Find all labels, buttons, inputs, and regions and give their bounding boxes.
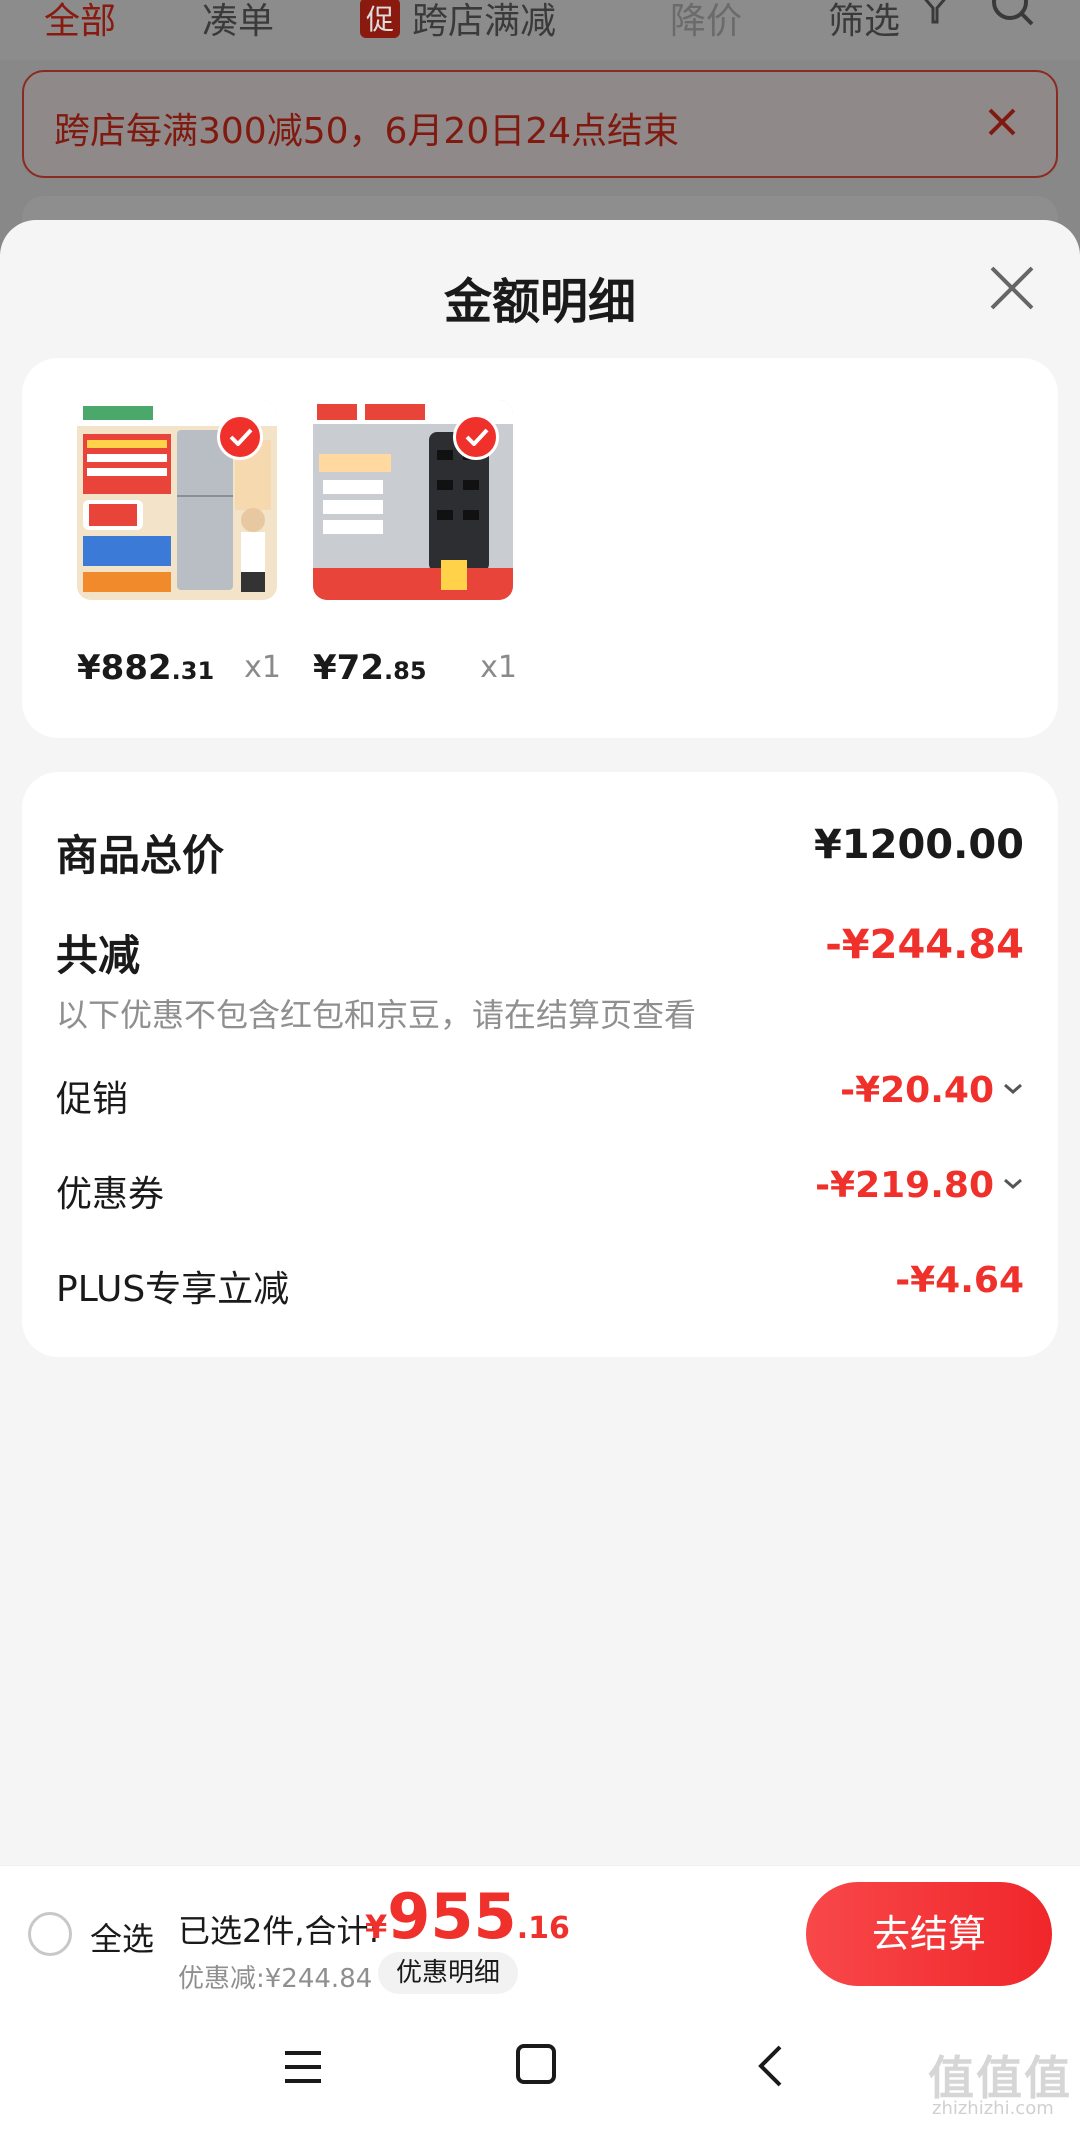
tab-add-on: 凑单 [202,1,275,42]
product-item[interactable]: ¥882.31 x1 [77,400,281,688]
close-icon [988,108,1016,136]
currency-symbol: ¥ [77,648,101,688]
checkout-bar: 全选 已选2件,合计: ¥955.16 优惠减:¥244.84 优惠明细 去结算 [0,1865,1080,2000]
product-quantity: x1 [244,650,281,685]
discount-note: 以下优惠不包含红包和京豆，请在结算页查看 [56,996,697,1034]
currency-symbol: ¥ [313,648,337,688]
checkout-button[interactable]: 去结算 [806,1882,1052,1986]
total-price-value: ¥1200.00 [813,822,1024,868]
coupon-label: 优惠券 [56,1174,165,1215]
menu-icon[interactable] [283,2048,323,2086]
product-quantity: x1 [480,650,517,685]
coupon-value: -¥219.80 [815,1165,994,1206]
select-all-label[interactable]: 全选 [90,1914,154,1960]
promo-banner: 跨店每满300减50，6月20日24点结束 [22,70,1058,178]
promotion-label: 促销 [56,1079,129,1120]
discount-detail-button[interactable]: 优惠明细 [378,1952,519,1994]
coupon-row-toggle[interactable]: -¥219.80 [815,1165,1024,1206]
amount-detail-sheet: 金额明细 ¥882.31 x1 ¥72.85 x1 商品总价 ¥1200.00 … [0,220,1080,1865]
total-reduce-label: 共减 [56,931,141,980]
chevron-down-icon [1004,1178,1022,1189]
product-price: ¥882.31 [77,648,214,688]
price-decimal: .31 [171,657,215,685]
tab-filter: 筛选 [828,1,901,42]
chevron-down-icon [1004,1083,1022,1094]
watermark-url: zhizhizhi.com [932,2098,1054,2119]
total-price-label: 商品总价 [56,831,225,880]
total-amount: ¥955.16 [365,1880,570,1953]
selected-check-icon [217,414,263,460]
product-list-card: ¥882.31 x1 ¥72.85 x1 [22,358,1058,738]
home-icon[interactable] [516,2044,556,2084]
total-decimal: .16 [516,1911,570,1946]
tab-cross-store-label: 跨店满减 [412,1,557,42]
total-integer: 955 [387,1880,517,1953]
close-icon[interactable] [988,264,1036,312]
price-integer: 72 [336,648,384,688]
price-integer: 882 [100,648,172,688]
plus-discount-value: -¥4.64 [895,1260,1024,1301]
tab-cross-store-discount: 促跨店满减 [360,0,556,44]
amount-summary-card: 商品总价 ¥1200.00 共减 -¥244.84 以下优惠不包含红包和京豆，请… [22,772,1058,1357]
plus-discount-label: PLUS专享立减 [56,1269,290,1310]
back-icon[interactable] [756,2044,784,2088]
promotion-row-toggle[interactable]: -¥20.40 [840,1070,1024,1111]
currency-symbol: ¥ [365,1908,388,1946]
refrigerator-image [77,400,277,600]
sheet-title: 金额明细 [443,274,636,330]
price-decimal: .85 [384,657,427,685]
tab-price-drop: 降价 [670,1,743,42]
select-all-checkbox[interactable] [28,1912,72,1956]
promo-badge: 促 [360,0,401,38]
power-strip-image [313,400,513,600]
promotion-value: -¥20.40 [840,1070,994,1111]
product-item[interactable]: ¥72.85 x1 [313,400,517,688]
product-price: ¥72.85 [313,648,427,688]
background-tab-bar: 全部 凑单 促跨店满减 降价 筛选 [0,0,1080,60]
promo-banner-text: 跨店每满300减50，6月20日24点结束 [54,111,680,152]
filter-icon [924,0,946,24]
system-nav-bar: 值值值 zhizhizhi.com [0,2000,1080,2134]
selected-check-icon [453,414,499,460]
selected-count-text: 已选2件,合计: [178,1912,380,1950]
discount-amount-text: 优惠减:¥244.84 [178,1964,373,1994]
total-reduce-value: -¥244.84 [825,922,1024,968]
tab-all: 全部 [44,1,117,42]
search-icon [992,0,1034,26]
